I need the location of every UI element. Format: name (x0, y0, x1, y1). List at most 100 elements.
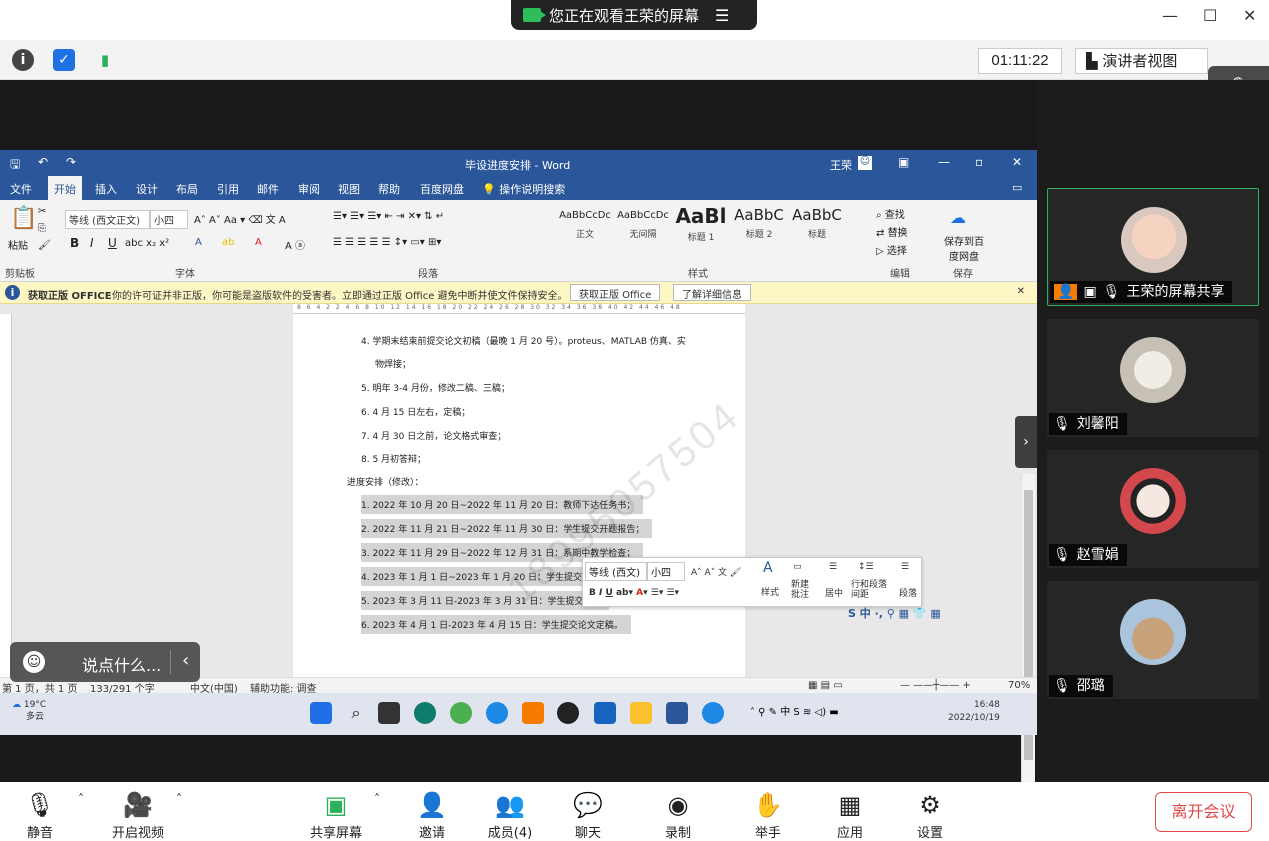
comments-icon[interactable]: ▭ (1012, 181, 1022, 194)
info-icon[interactable]: i (12, 49, 34, 71)
word-icon[interactable] (666, 702, 688, 724)
alignment-icons[interactable]: ☰ ☰ ☰ ☰ ☰ ↕▾ ▭▾ ⊞▾ (333, 237, 441, 248)
center-icon[interactable]: ☰ (829, 562, 837, 572)
zoom-slider[interactable]: — ——┼—— + (900, 680, 971, 691)
bold-icon[interactable]: B (70, 236, 79, 250)
share-screen-button[interactable]: ▣ 共享屏幕 (296, 790, 376, 841)
mini-size-select[interactable]: 小四 (647, 562, 685, 581)
tab-design[interactable]: 设计 (136, 181, 158, 197)
tab-layout[interactable]: 布局 (176, 181, 198, 197)
line-spacing-button[interactable]: 行和段落间距 (851, 580, 891, 600)
zoom-level[interactable]: 70% (1008, 680, 1030, 691)
tab-mailings[interactable]: 邮件 (257, 181, 279, 197)
maximize-icon[interactable]: ☐ (1203, 6, 1217, 25)
strikethrough-subscript-icon[interactable]: abc x₂ x² (125, 238, 169, 249)
styles-icon[interactable]: A (763, 560, 773, 576)
cut-icon[interactable]: ✂ (38, 206, 46, 217)
meeting-app-icon[interactable] (594, 702, 616, 724)
learn-more-button[interactable]: 了解详细信息 (673, 284, 751, 301)
signal-icon[interactable]: ▮ (94, 49, 116, 71)
ribbon-display-icon[interactable]: ▣ (898, 155, 909, 169)
get-office-button[interactable]: 获取正版 Office (570, 284, 661, 301)
paragraph-icon[interactable]: ☰ (901, 562, 909, 572)
highlight-icon[interactable]: ab (222, 237, 234, 248)
participant-tile[interactable]: 🎙 邵璐 (1047, 581, 1259, 699)
apps-button[interactable]: ▦ 应用 (810, 790, 890, 841)
style-heading2[interactable]: AaBbC 标题 2 (730, 206, 788, 252)
replace-button[interactable]: ⇄ 替换 (876, 224, 908, 239)
video-options-caret[interactable]: ˄ (176, 792, 182, 806)
qq-icon[interactable] (557, 702, 579, 724)
new-comment-icon[interactable]: ▭ (793, 562, 802, 572)
font-size-select[interactable]: 小四 (150, 210, 188, 229)
undo-icon[interactable]: ↶ (38, 155, 48, 169)
raise-hand-button[interactable]: ✋ 举手 (728, 790, 808, 841)
edge-icon[interactable] (702, 702, 724, 724)
center-button[interactable]: 居中 (825, 586, 843, 599)
tab-review[interactable]: 审阅 (298, 181, 320, 197)
start-icon[interactable] (310, 702, 332, 724)
participant-tile[interactable]: 👤 ▣ 🎙 王荣的屏幕共享 (1047, 188, 1259, 306)
font-grow-shrink-icon[interactable]: A˄ A˅ Aa ▾ ⌫ 文 A (194, 211, 286, 226)
find-button[interactable]: ⌕ 查找 (876, 206, 905, 221)
tab-file[interactable]: 文件 (10, 181, 32, 197)
file-explorer-icon[interactable] (630, 702, 652, 724)
participant-tile[interactable]: 🎙 赵雪娟 (1047, 450, 1259, 568)
mini-style-button[interactable]: 样式 (761, 585, 779, 598)
select-button[interactable]: ▷ 选择 (876, 242, 907, 257)
security-shield-icon[interactable]: ✓ (53, 49, 75, 71)
tab-view[interactable]: 视图 (338, 181, 360, 197)
close-warning-icon[interactable]: ✕ (1017, 286, 1025, 297)
menu-icon[interactable]: ☰ (715, 6, 729, 25)
emoji-icon[interactable]: ☺ (23, 651, 45, 673)
font-name-select[interactable]: 等线 (西文正文) (65, 210, 150, 229)
redo-icon[interactable]: ↷ (66, 155, 76, 169)
word-close-icon[interactable]: ✕ (1012, 155, 1022, 169)
paste-icon[interactable]: 📋 (10, 206, 37, 231)
view-mode-icons[interactable]: ▦ ▤ ▭ (808, 680, 843, 691)
copy-icon[interactable]: ⎘ (38, 223, 46, 234)
underline-icon[interactable]: U (108, 236, 117, 250)
edge-icon[interactable] (486, 702, 508, 724)
collapse-gallery-button[interactable]: › (1015, 416, 1037, 468)
participant-tile[interactable]: 🎙 刘馨阳 (1047, 319, 1259, 437)
mini-format-icons[interactable]: B I U ab▾ A▾ ☰▾ ☰▾ (589, 588, 679, 598)
invite-button[interactable]: 👤 邀请 (392, 790, 472, 841)
tab-references[interactable]: 引用 (217, 181, 239, 197)
close-icon[interactable]: ✕ (1243, 6, 1256, 25)
document-page[interactable]: 4. 学期末结束前提交论文初稿（最晚 1 月 20 号）。proteus、MAT… (293, 314, 745, 677)
tell-me-search[interactable]: 💡 操作说明搜索 (482, 181, 565, 197)
tab-home[interactable]: 开始 (48, 176, 82, 200)
start-video-button[interactable]: 🎥 开启视频 (98, 790, 178, 841)
save-icon[interactable]: 🖫 (10, 155, 20, 176)
user-avatar-icon[interactable]: ☺ (858, 156, 872, 170)
style-title[interactable]: AaBbC 标题 (788, 206, 846, 252)
style-no-spacing[interactable]: AaBbCcDc 无间隔 (614, 210, 672, 256)
font-color-icon[interactable]: A (255, 237, 262, 248)
system-clock[interactable]: 16:48 2022/10/19 (948, 699, 1000, 725)
tab-baidu-netdisk[interactable]: 百度网盘 (420, 181, 464, 197)
mute-options-caret[interactable]: ˄ (78, 792, 84, 806)
collapse-chat-icon[interactable]: ‹ (182, 650, 189, 671)
list-icons[interactable]: ☰▾ ☰▾ ☰▾ ⇤ ⇥ ✕▾ ⇅ ↵ (333, 211, 444, 222)
word-minimize-icon[interactable]: — (938, 155, 950, 169)
members-button[interactable]: 👥 成员(4) (470, 790, 550, 841)
tray-icons[interactable]: ˄ ⚲ ✎ 中 S ≋ ◁) ▬ (750, 702, 890, 724)
italic-icon[interactable]: I (90, 236, 94, 250)
chat-input[interactable]: 说点什么... (82, 652, 161, 676)
paragraph-button[interactable]: 段落 (899, 586, 917, 599)
char-shading-icon[interactable]: A ⓐ (285, 237, 305, 252)
taskview-icon[interactable] (378, 702, 400, 724)
ime-toolbar[interactable]: S 中 ·, ⚲ ▦ 👕 ▦ (848, 605, 941, 621)
chat-button[interactable]: 💬 聊天 (548, 790, 628, 841)
vertical-scrollbar[interactable] (1021, 474, 1035, 831)
line-spacing-icon[interactable]: ↕☰ (858, 562, 874, 572)
record-button[interactable]: ◉ 录制 (638, 790, 718, 841)
viewing-banner[interactable]: 您正在观看王荣的屏幕 ☰ (511, 0, 757, 30)
paste-label[interactable]: 粘贴 (8, 237, 28, 252)
tab-help[interactable]: 帮助 (378, 181, 400, 197)
new-comment-button[interactable]: 新建批注 (791, 580, 813, 600)
mini-font-icons[interactable]: A˄ A˅ 文 🖌 (691, 565, 741, 578)
speaker-view-button[interactable]: ▙ 演讲者视图 (1075, 48, 1209, 74)
mute-button[interactable]: 🎙 静音 (0, 790, 80, 841)
